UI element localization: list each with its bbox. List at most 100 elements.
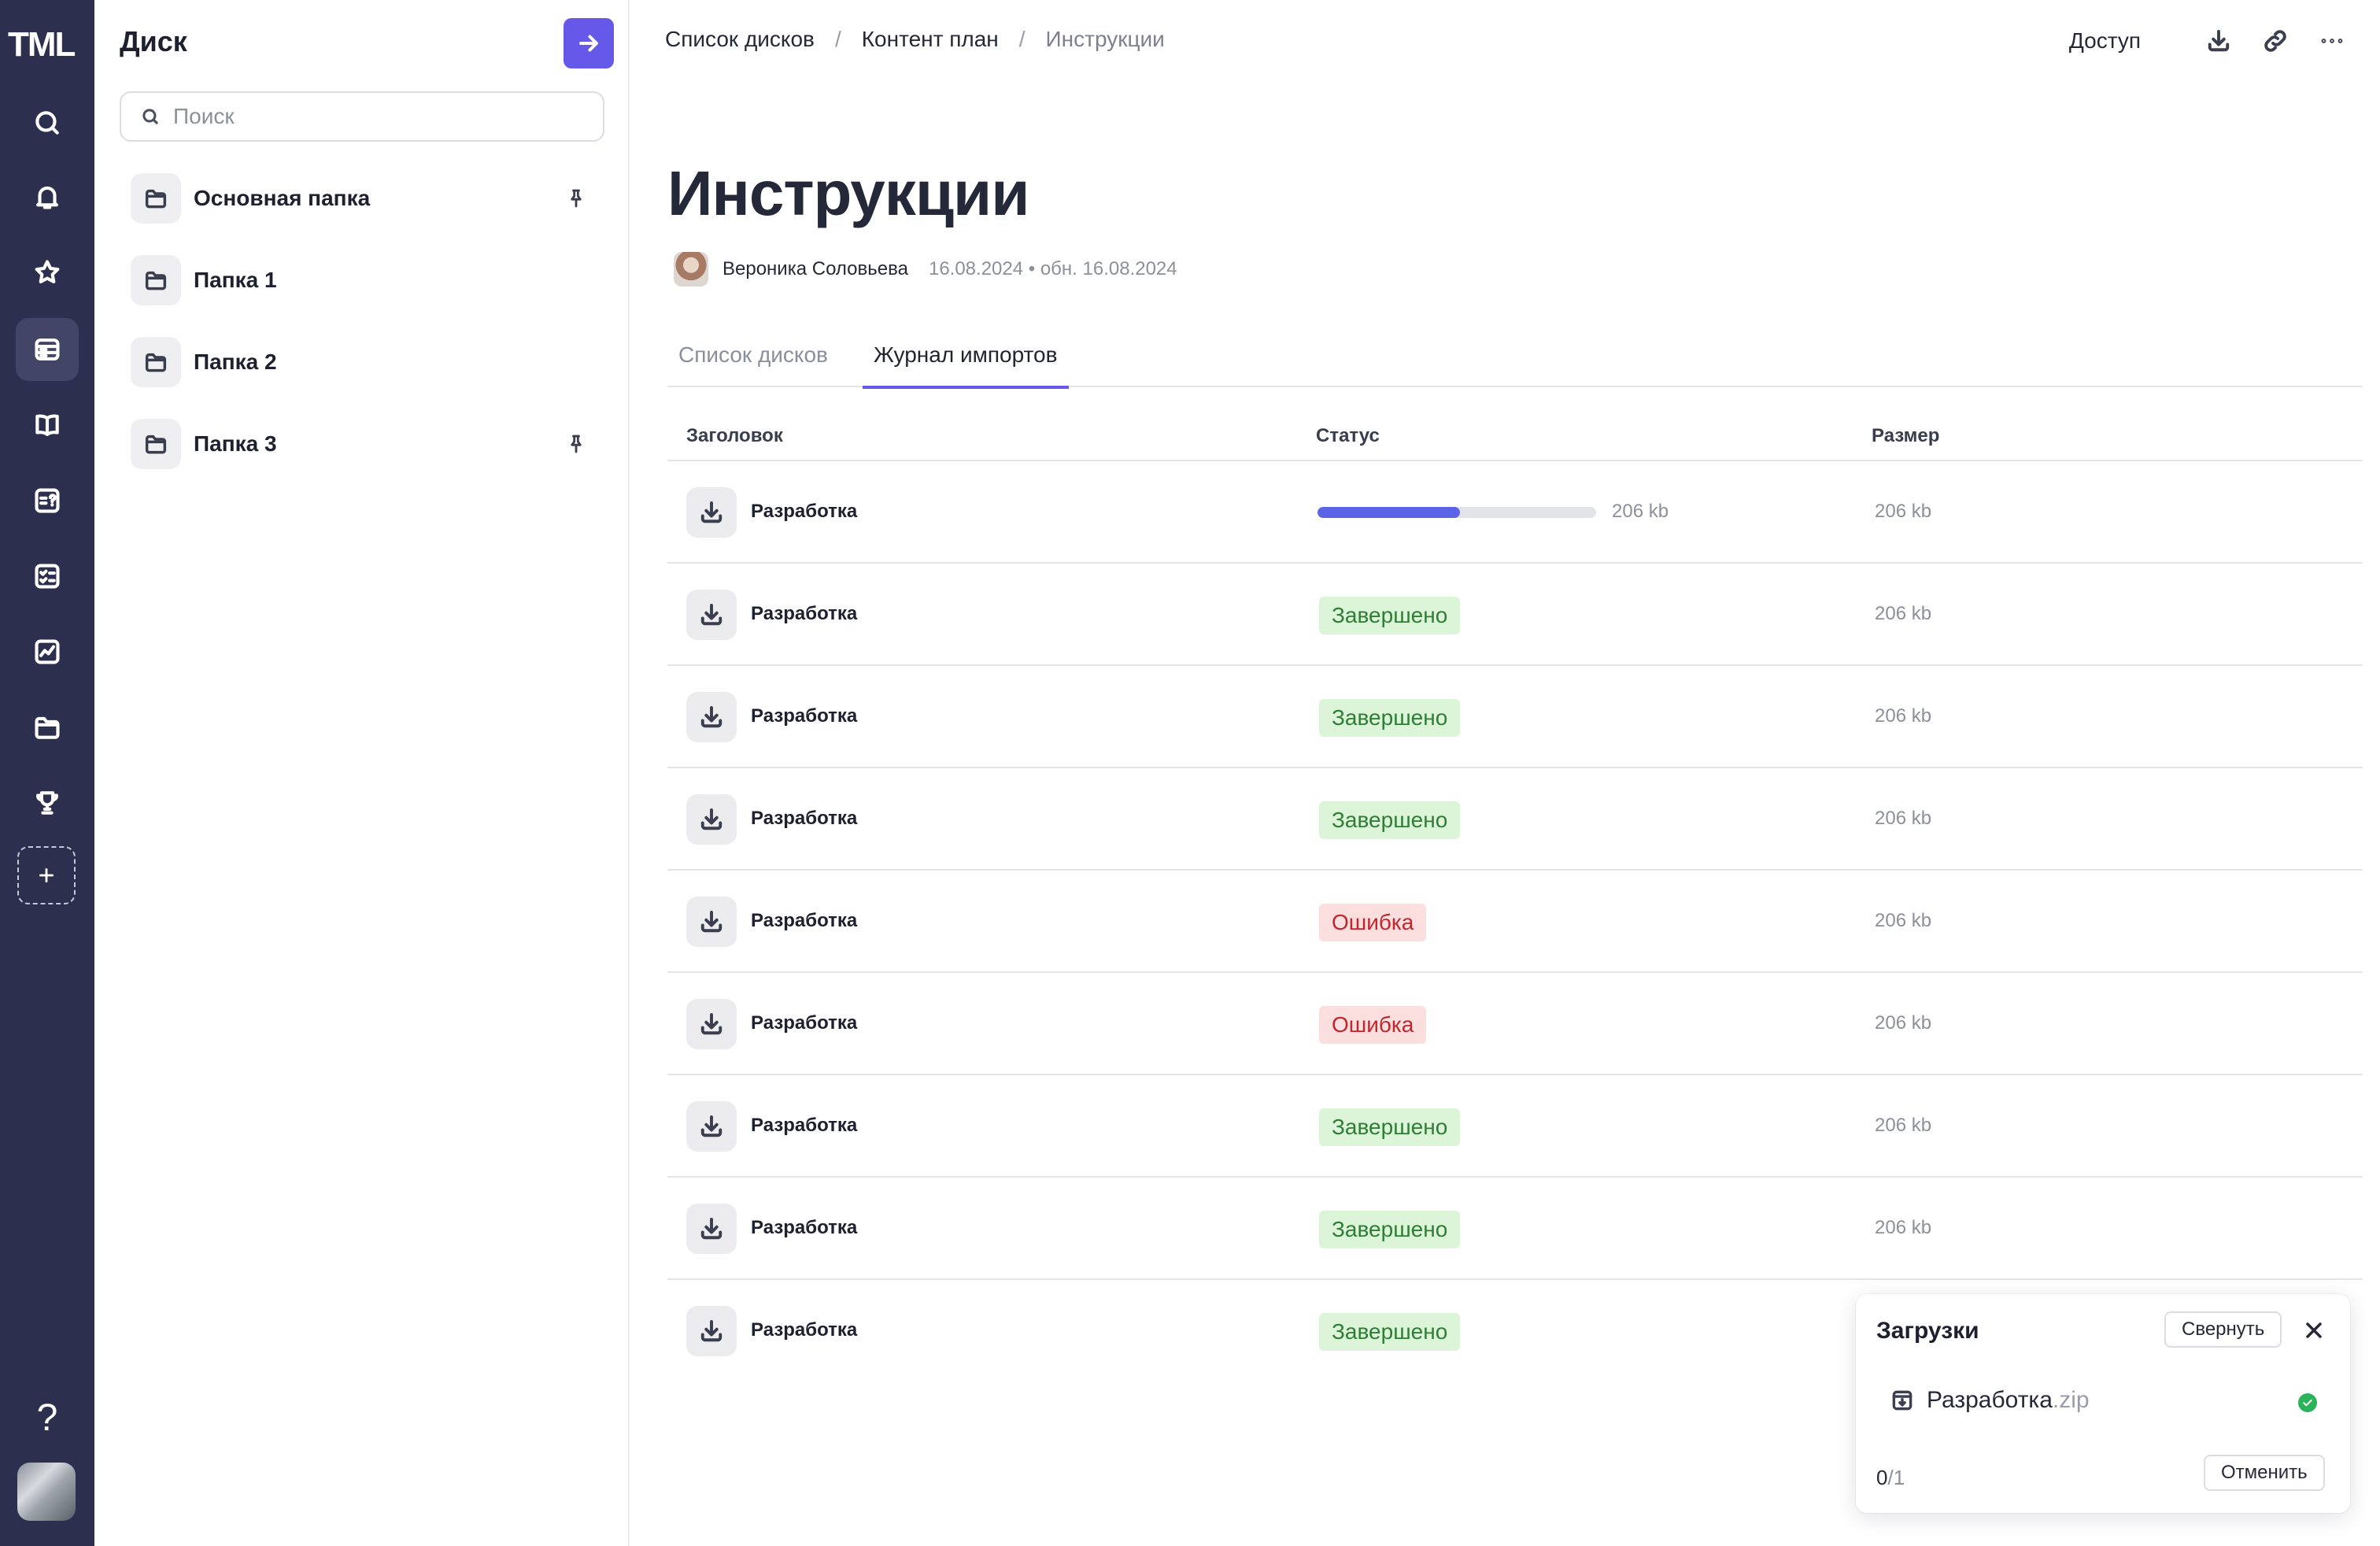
app: TML ? Диск Поиск Основная папка Папка 1 … <box>0 0 2380 1546</box>
author-info: Вероника Соловьева 16.08.2024 • обн. 16.… <box>674 252 1177 287</box>
download-icon <box>700 1218 722 1240</box>
search-input[interactable] <box>173 104 582 129</box>
download-button[interactable] <box>2202 24 2235 57</box>
rail-tests-button[interactable] <box>16 469 79 532</box>
copy-link-button[interactable] <box>2259 24 2292 57</box>
access-button[interactable]: Доступ <box>2069 28 2141 54</box>
rail-files-button[interactable] <box>16 696 79 759</box>
more-button[interactable] <box>2315 24 2349 57</box>
progress-text: 206 kb <box>1612 501 1669 522</box>
page-dates: 16.08.2024 • обн. 16.08.2024 <box>928 258 1177 279</box>
download-icon <box>2208 30 2230 52</box>
row-size: 206 kb <box>1875 1012 1932 1034</box>
row-title: Разработка <box>751 705 858 727</box>
breadcrumb-separator: / <box>834 27 841 51</box>
app-logo[interactable]: TML <box>8 25 87 64</box>
author-avatar[interactable] <box>674 252 708 287</box>
download-file: Разработка .zip <box>1889 1387 2090 1414</box>
tab-disk-list[interactable]: Список дисков <box>667 323 839 387</box>
row-title: Разработка <box>751 1217 858 1238</box>
row-size: 206 kb <box>1875 1217 1932 1238</box>
import-download-button[interactable] <box>686 897 737 947</box>
import-download-button[interactable] <box>686 590 737 640</box>
rail-add-button[interactable] <box>17 846 76 904</box>
sidebar-folder-2[interactable]: Папка 2 <box>131 335 603 389</box>
table-row[interactable]: Разработка Ошибка 206 kb <box>667 871 2363 973</box>
folder-icon <box>145 271 167 290</box>
download-icon <box>700 706 722 728</box>
download-icon <box>700 501 722 523</box>
rail-favorites-button[interactable] <box>16 241 79 304</box>
download-count-total: /1 <box>1887 1466 1905 1489</box>
status-badge: Завершено <box>1319 699 1461 737</box>
close-button[interactable] <box>2301 1318 2326 1343</box>
storage-icon <box>35 338 60 361</box>
folder-label: Папка 1 <box>194 268 277 292</box>
collapse-button[interactable]: Свернуть <box>2164 1311 2282 1348</box>
author-name[interactable]: Вероника Соловьева <box>722 258 908 280</box>
status-badge: Завершено <box>1319 597 1461 634</box>
import-download-button[interactable] <box>686 487 737 538</box>
import-download-button[interactable] <box>686 692 737 742</box>
pin-icon[interactable] <box>565 433 587 455</box>
table-row[interactable]: Разработка Ошибка 206 kb <box>667 973 2363 1075</box>
row-title: Разработка <box>751 910 858 931</box>
sidebar-search[interactable] <box>120 91 604 142</box>
rail-notifications-button[interactable] <box>16 165 79 228</box>
sidebar-folder-3[interactable]: Папка 3 <box>131 417 603 471</box>
download-icon <box>700 911 722 933</box>
chart-icon <box>35 639 60 664</box>
column-title: Заголовок <box>686 425 783 446</box>
sidebar-folder-main[interactable]: Основная папка <box>131 172 603 225</box>
sidebar-folder-1[interactable]: Папка 1 <box>131 253 603 307</box>
download-count-done: 0 <box>1876 1466 1888 1489</box>
table-row[interactable]: Разработка Завершено 206 kb <box>667 1178 2363 1280</box>
tab-import-log[interactable]: Журнал импортов <box>863 323 1069 389</box>
rail-achievements-button[interactable] <box>16 771 79 834</box>
row-title: Разработка <box>751 1319 858 1341</box>
more-horizontal-icon <box>2321 39 2343 43</box>
breadcrumb-content-plan[interactable]: Контент план <box>862 27 999 52</box>
tabs: Список дисков Журнал импортов <box>667 323 2363 389</box>
import-download-button[interactable] <box>686 794 737 845</box>
pin-icon[interactable] <box>565 187 587 209</box>
rail-disk-button[interactable] <box>16 318 79 381</box>
column-size: Размер <box>1872 425 1940 446</box>
table-row[interactable]: Разработка Завершено 206 kb <box>667 768 2363 871</box>
rail-analytics-button[interactable] <box>16 620 79 683</box>
row-size: 206 kb <box>1875 910 1932 931</box>
breadcrumb-current: Инструкции <box>1045 27 1165 51</box>
search-icon <box>142 109 158 124</box>
table-row[interactable]: Разработка Завершено 206 kb <box>667 666 2363 768</box>
star-icon <box>35 260 60 283</box>
user-avatar[interactable] <box>17 1463 76 1521</box>
rail-search-button[interactable] <box>16 91 79 154</box>
download-counter: 0/1 <box>1876 1466 1905 1490</box>
rail-tasks-button[interactable] <box>16 545 79 608</box>
download-icon <box>700 1320 722 1342</box>
import-download-button[interactable] <box>686 1204 737 1254</box>
help-button[interactable]: ? <box>16 1390 79 1445</box>
status-badge: Завершено <box>1319 1313 1461 1351</box>
success-check-icon <box>2298 1393 2317 1412</box>
import-download-button[interactable] <box>686 999 737 1049</box>
checklist-icon <box>35 564 60 589</box>
collapse-sidebar-button[interactable] <box>564 18 614 68</box>
row-size: 206 kb <box>1875 501 1932 522</box>
import-download-button[interactable] <box>686 1306 737 1356</box>
search-icon <box>35 111 59 135</box>
table-row[interactable]: Разработка Завершено 206 kb <box>667 1075 2363 1178</box>
folder-label: Папка 3 <box>194 431 277 456</box>
table-row[interactable]: Разработка 206 kb 206 kb <box>667 461 2363 564</box>
table-row[interactable]: Разработка Завершено 206 kb <box>667 564 2363 666</box>
row-size: 206 kb <box>1875 603 1932 624</box>
book-icon <box>35 414 59 436</box>
breadcrumb-disks[interactable]: Список дисков <box>665 27 815 52</box>
progress-bar <box>1318 507 1596 518</box>
import-download-button[interactable] <box>686 1101 737 1152</box>
cancel-button[interactable]: Отменить <box>2204 1455 2325 1491</box>
download-icon <box>700 808 722 830</box>
rail-knowledge-button[interactable] <box>16 394 79 457</box>
quiz-icon <box>35 488 60 513</box>
folder-label: Папка 2 <box>194 350 277 374</box>
